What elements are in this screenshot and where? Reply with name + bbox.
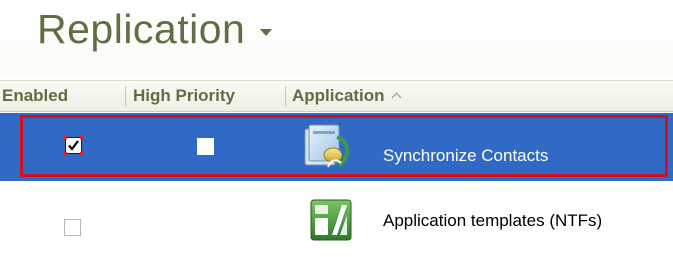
sort-ascending-icon — [391, 92, 402, 103]
highlight-marker — [63, 135, 67, 139]
column-header-application[interactable]: Application — [292, 81, 402, 111]
checkmark-icon — [68, 140, 79, 151]
column-header-enabled[interactable]: Enabled — [2, 81, 68, 111]
column-header-high-priority-label: High Priority — [133, 86, 236, 105]
enabled-checkbox[interactable] — [64, 219, 81, 236]
column-header-application-label: Application — [292, 86, 385, 105]
column-header-row: Enabled High Priority Application — [0, 80, 673, 112]
view-title-dropdown[interactable]: Replication — [37, 6, 273, 53]
highlight-marker — [80, 152, 84, 156]
sync-contacts-icon — [304, 124, 349, 168]
chevron-down-icon — [260, 29, 273, 36]
column-header-enabled-label: Enabled — [2, 86, 69, 105]
enabled-checkbox-checked[interactable] — [63, 135, 84, 156]
title-bar: Replication — [0, 0, 673, 76]
column-header-high-priority[interactable]: High Priority — [133, 81, 235, 111]
high-priority-checkbox[interactable] — [197, 138, 214, 155]
application-templates-icon — [310, 199, 352, 241]
highlight-marker — [80, 135, 84, 139]
application-name: Synchronize Contacts — [383, 146, 549, 165]
column-divider[interactable] — [125, 86, 126, 107]
column-divider[interactable] — [285, 86, 286, 107]
table-row-selected[interactable]: Synchronize Contacts — [0, 113, 673, 181]
table-row[interactable]: Application templates (NTFs) — [0, 181, 673, 257]
view-title: Replication — [37, 6, 246, 52]
application-name: Application templates (NTFs) — [383, 211, 603, 230]
highlight-marker — [63, 152, 67, 156]
